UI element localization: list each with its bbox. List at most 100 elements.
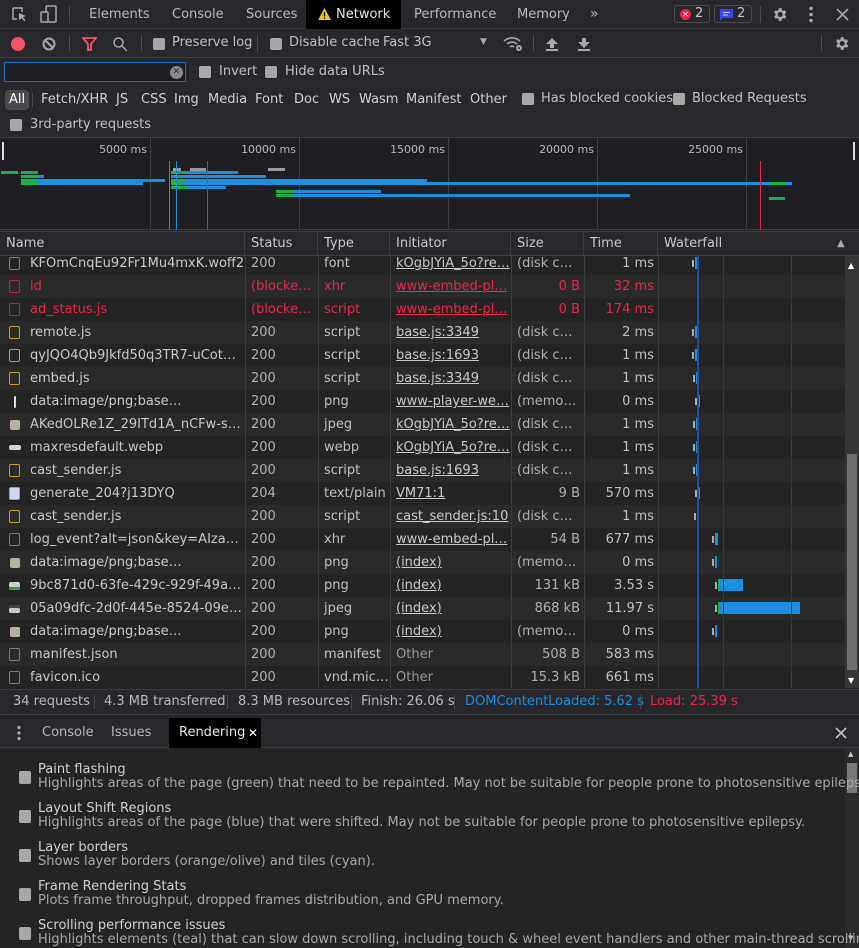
type-filter-media[interactable]: Media: [204, 90, 251, 110]
request-initiator[interactable]: www-embed-pl…: [390, 298, 511, 321]
rendering-option-checkbox[interactable]: [19, 771, 31, 784]
table-row[interactable]: cast_sender.js 200 script base.js:1693 (disk…: [0, 459, 845, 482]
request-initiator[interactable]: (index): [390, 551, 511, 574]
blocked-requests-checkbox[interactable]: [673, 93, 685, 105]
scroll-down-arrow-icon[interactable]: ▼: [848, 676, 854, 685]
column-header-initiator[interactable]: Initiator: [390, 232, 511, 256]
type-filter-doc[interactable]: Doc: [290, 90, 323, 110]
table-row[interactable]: data:image/png;base… 200 png (index) (memor……: [0, 620, 845, 643]
table-row[interactable]: data:image/png;base… 200 png (index) (memor……: [0, 551, 845, 574]
column-header-status[interactable]: Status: [245, 232, 318, 256]
table-row[interactable]: 05a09dfc-2d0f-445e-8524-09ea4… 200 jpeg (in…: [0, 597, 845, 620]
column-header-type[interactable]: Type: [318, 232, 390, 256]
rendering-option-checkbox[interactable]: [19, 849, 31, 862]
request-initiator[interactable]: kOgbJYiA_5o?re…: [390, 413, 511, 436]
request-initiator[interactable]: base.js:3349: [390, 321, 511, 344]
network-conditions-icon[interactable]: [503, 36, 523, 52]
search-icon[interactable]: [112, 36, 128, 52]
more-tabs-chevron-icon[interactable]: »: [580, 0, 609, 29]
table-row[interactable]: embed.js 200 script base.js:3349 (disk ca… 1 …: [0, 367, 845, 390]
type-filter-ws[interactable]: WS: [325, 90, 354, 110]
request-initiator[interactable]: cast_sender.js:10: [390, 505, 511, 528]
drawer-tab-issues[interactable]: Issues: [101, 718, 161, 748]
drawer-tab-console[interactable]: Console: [32, 718, 104, 748]
close-icon[interactable]: [836, 8, 849, 21]
export-har-icon[interactable]: [577, 37, 591, 51]
type-filter-wasm[interactable]: Wasm: [355, 90, 402, 110]
column-header-size[interactable]: Size: [511, 232, 584, 256]
column-header-waterfall[interactable]: Waterfall ▲: [658, 232, 859, 256]
drawer-tab-rendering[interactable]: Rendering ✕: [169, 718, 261, 748]
column-header-time[interactable]: Time: [584, 232, 658, 256]
requests-scrollbar[interactable]: ▲ ▼: [845, 256, 859, 688]
type-filter-manifest[interactable]: Manifest: [402, 90, 465, 110]
inspect-element-icon[interactable]: [11, 6, 28, 23]
filter-input[interactable]: [4, 62, 186, 82]
rendering-option-checkbox[interactable]: [19, 927, 31, 940]
drawer-menu-icon[interactable]: [16, 725, 22, 741]
type-filter-font[interactable]: Font: [251, 90, 287, 110]
filter-icon[interactable]: [82, 37, 97, 51]
preserve-log-checkbox[interactable]: [153, 38, 165, 50]
table-row[interactable]: qyJQO4Qb9Jkfd50q3TR7-uCotD… 200 script base…: [0, 344, 845, 367]
type-filter-all[interactable]: All: [5, 90, 30, 110]
request-initiator[interactable]: kOgbJYiA_5o?re…: [390, 256, 511, 275]
request-initiator[interactable]: base.js:3349: [390, 367, 511, 390]
request-initiator[interactable]: www-embed-pl…: [390, 528, 511, 551]
rendering-option-checkbox[interactable]: [19, 888, 31, 901]
table-row[interactable]: AKedOLRe1Z_29ITd1A_nCFw-sgI… 200 jpeg kOgbJ…: [0, 413, 845, 436]
request-initiator[interactable]: VM71:1: [390, 482, 511, 505]
invert-checkbox[interactable]: [199, 66, 211, 78]
table-row[interactable]: ad_status.js (blocke… script www-embed-pl… 0…: [0, 298, 845, 321]
request-initiator[interactable]: (index): [390, 620, 511, 643]
clear-icon[interactable]: [42, 37, 56, 51]
clear-filter-icon[interactable]: ✕: [170, 66, 183, 79]
tab-console[interactable]: Console: [162, 0, 234, 29]
request-initiator[interactable]: kOgbJYiA_5o?re…: [390, 436, 511, 459]
rendering-option-checkbox[interactable]: [19, 810, 31, 823]
overview-left-handle[interactable]: [2, 142, 4, 160]
table-row[interactable]: generate_204?j13DYQ 204 text/plain VM71:1 9 …: [0, 482, 845, 505]
network-overview-timeline[interactable]: 5000 ms10000 ms15000 ms20000 ms25000 ms3: [0, 138, 859, 230]
settings-gear-icon[interactable]: [771, 6, 788, 23]
tab-sources[interactable]: Sources: [236, 0, 307, 29]
tab-performance[interactable]: Performance: [404, 0, 506, 29]
third-party-checkbox[interactable]: [10, 119, 22, 131]
request-initiator[interactable]: www-embed-pl…: [390, 275, 511, 298]
import-har-icon[interactable]: [545, 37, 559, 51]
type-filter-img[interactable]: Img: [170, 90, 203, 110]
table-row[interactable]: 9bc871d0-63fe-429c-929f-49a1b… 200 png (ind…: [0, 574, 845, 597]
table-row[interactable]: data:image/png;base… 200 png www-player-we……: [0, 390, 845, 413]
table-row[interactable]: favicon.ico 200 vnd.mic… Other 15.3 kB 661 ms: [0, 666, 845, 688]
request-initiator[interactable]: www-player-we…: [390, 390, 511, 413]
table-row[interactable]: maxresdefault.webp 200 webp kOgbJYiA_5o?re……: [0, 436, 845, 459]
table-row[interactable]: remote.js 200 script base.js:3349 (disk ca… 2…: [0, 321, 845, 344]
close-drawer-icon[interactable]: [835, 727, 847, 739]
tab-elements[interactable]: Elements: [79, 0, 160, 29]
table-row[interactable]: log_event?alt=json&key=AIzaSyA… 200 xhr www…: [0, 528, 845, 551]
table-row[interactable]: manifest.json 200 manifest Other 508 B 583 ms: [0, 643, 845, 666]
hide-data-urls-checkbox[interactable]: [265, 66, 277, 78]
table-row[interactable]: cast_sender.js 200 script cast_sender.js:10…: [0, 505, 845, 528]
scroll-up-arrow-icon[interactable]: ▲: [848, 261, 854, 270]
close-tab-icon[interactable]: ✕: [248, 718, 258, 748]
messages-badge[interactable]: 2: [714, 5, 752, 23]
request-initiator[interactable]: base.js:1693: [390, 459, 511, 482]
scrollbar-thumb[interactable]: [847, 454, 857, 670]
more-options-icon[interactable]: [808, 6, 814, 23]
request-initiator[interactable]: (index): [390, 597, 511, 620]
scroll-up-arrow-icon[interactable]: ▲: [848, 750, 853, 758]
network-settings-gear-icon[interactable]: [833, 35, 850, 52]
request-initiator[interactable]: (index): [390, 574, 511, 597]
tab-network[interactable]: Network: [306, 0, 401, 29]
type-filter-css[interactable]: CSS: [137, 90, 171, 110]
tab-memory[interactable]: Memory: [507, 0, 580, 29]
type-filter-fetch-xhr[interactable]: Fetch/XHR: [37, 90, 112, 110]
type-filter-other[interactable]: Other: [466, 90, 511, 110]
type-filter-js[interactable]: JS: [112, 90, 132, 110]
has-blocked-cookies-checkbox[interactable]: [522, 93, 534, 105]
record-button[interactable]: [11, 37, 25, 51]
disable-cache-checkbox[interactable]: [270, 38, 282, 50]
column-header-name[interactable]: Name: [0, 232, 245, 256]
device-toolbar-icon[interactable]: [40, 5, 58, 24]
